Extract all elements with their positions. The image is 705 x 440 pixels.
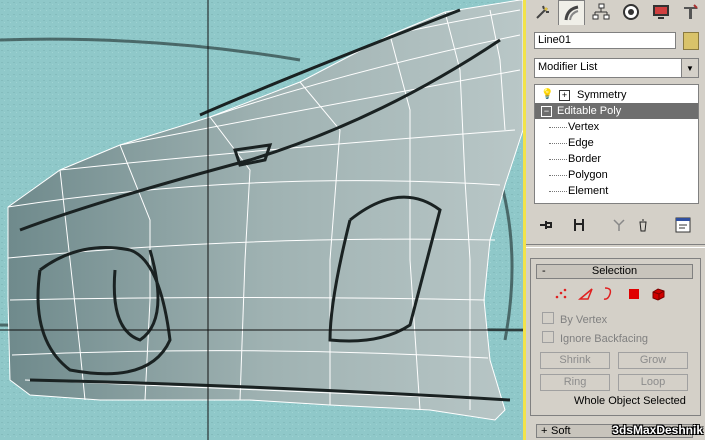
edge-icon[interactable] (578, 286, 594, 302)
checkbox-label: Ignore Backfacing (560, 333, 649, 345)
expand-icon[interactable]: + (559, 90, 570, 101)
sub-object-vertex[interactable]: Vertex (535, 119, 698, 135)
make-unique-icon[interactable] (610, 216, 628, 234)
border-icon[interactable] (600, 286, 616, 302)
polygon-icon[interactable] (626, 286, 642, 302)
sub-object-polygon[interactable]: Polygon (535, 167, 698, 183)
modify-icon[interactable] (558, 0, 585, 25)
sub-object-label: Border (568, 153, 602, 165)
configure-sets-icon[interactable] (674, 216, 692, 234)
lightbulb-icon[interactable]: 💡 (541, 87, 553, 103)
object-name-field[interactable]: Line01 (534, 32, 676, 49)
modifier-stack[interactable]: 💡 + Symmetry − Editable Poly Vertex Edge… (534, 84, 699, 204)
ignore-backfacing-checkbox[interactable]: Ignore Backfacing (542, 331, 692, 345)
modifier-list-label: Modifier List (538, 61, 598, 73)
element-icon[interactable] (650, 286, 666, 302)
command-panel-tabs (528, 0, 703, 26)
grow-button[interactable]: Grow (618, 352, 688, 369)
expand-icon[interactable]: + (541, 425, 547, 437)
checkbox-label: By Vertex (560, 314, 608, 326)
command-panel: Line01 Modifier List ▼ 💡 + Symmetry − Ed… (526, 0, 705, 440)
sub-object-label: Element (568, 185, 609, 197)
selection-status: Whole Object Selected (574, 395, 686, 407)
checkbox-box[interactable] (542, 331, 554, 343)
rollout-title: Selection (591, 265, 638, 277)
divider (526, 244, 705, 248)
ring-button[interactable]: Ring (540, 374, 610, 391)
display-icon[interactable] (648, 0, 673, 24)
sub-object-label: Edge (568, 137, 594, 149)
loop-button[interactable]: Loop (618, 374, 688, 391)
stack-item-label: Editable Poly (557, 105, 622, 117)
stack-item-label: Symmetry (577, 89, 627, 101)
shrink-button[interactable]: Shrink (540, 352, 610, 369)
remove-modifier-icon[interactable] (634, 216, 652, 234)
hierarchy-icon[interactable] (588, 0, 613, 24)
sub-object-border[interactable]: Border (535, 151, 698, 167)
collapse-icon[interactable]: − (541, 106, 552, 117)
watermark: 3dsMaxDeshnik (612, 423, 703, 437)
create-icon[interactable] (530, 0, 555, 24)
motion-icon[interactable] (618, 0, 643, 24)
rollout-title: Soft (551, 425, 571, 437)
stack-item-symmetry[interactable]: 💡 + Symmetry (535, 87, 698, 103)
sub-object-element[interactable]: Element (535, 183, 698, 199)
sub-object-label: Vertex (568, 121, 600, 133)
viewport[interactable] (0, 0, 523, 440)
pin-stack-icon[interactable] (538, 216, 556, 234)
by-vertex-checkbox[interactable]: By Vertex (542, 312, 692, 326)
selection-rollout-header[interactable]: - Selection (536, 264, 693, 279)
selection-level-icons (554, 286, 684, 302)
stack-toolbar (534, 214, 699, 236)
utilities-icon[interactable] (678, 0, 703, 24)
sub-object-label: Polygon (568, 169, 608, 181)
modifier-list-dropdown[interactable]: Modifier List ▼ (534, 58, 699, 78)
viewport-canvas[interactable] (0, 0, 523, 440)
sub-object-edge[interactable]: Edge (535, 135, 698, 151)
show-end-result-icon[interactable] (570, 216, 588, 234)
stack-item-editable-poly[interactable]: − Editable Poly (535, 103, 698, 119)
object-color-swatch[interactable] (683, 32, 699, 50)
checkbox-box[interactable] (542, 312, 554, 324)
vertex-icon[interactable] (554, 286, 570, 302)
chevron-down-icon[interactable]: ▼ (681, 59, 698, 77)
collapse-icon[interactable]: - (542, 265, 546, 278)
